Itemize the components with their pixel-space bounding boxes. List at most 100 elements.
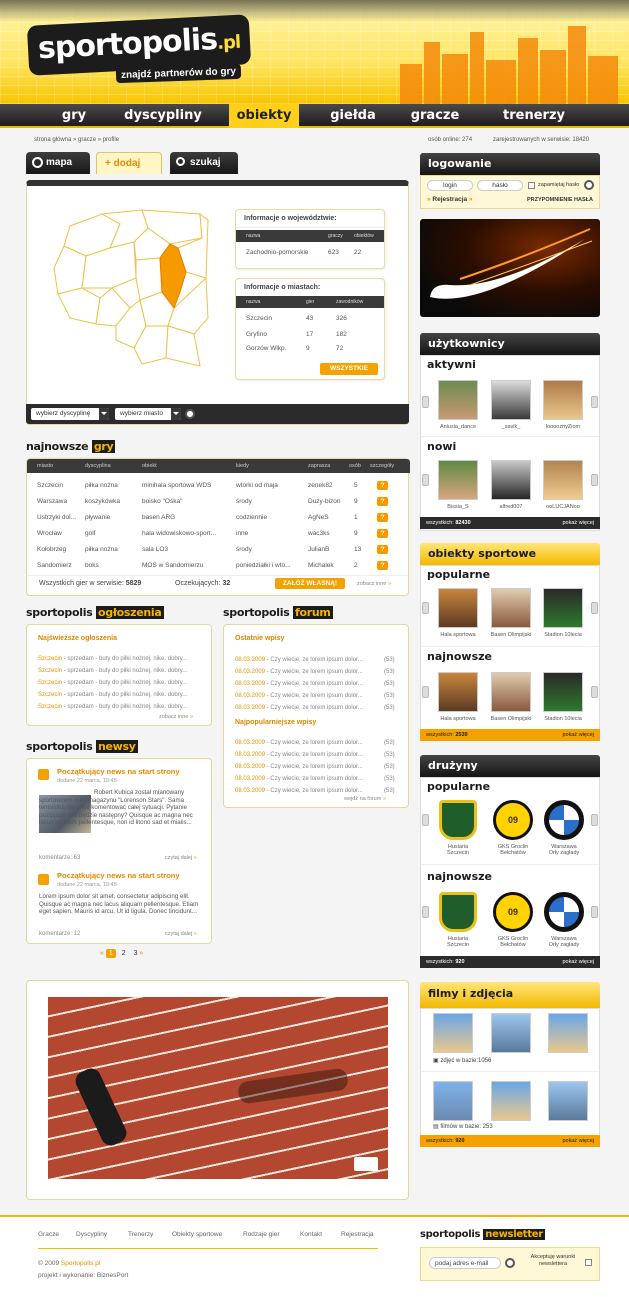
news-title[interactable]: Początkujący news na start strony <box>57 767 180 776</box>
object-thumbnail[interactable] <box>543 588 583 628</box>
page-3[interactable]: 3 <box>134 950 138 957</box>
table-row[interactable]: Zachodnio-pomorskie 623 22 <box>236 247 384 259</box>
enter-forum-link[interactable]: wejdź na forum <box>344 796 386 802</box>
footer-link-rejestracja[interactable]: Rejestracja <box>341 1231 374 1238</box>
user-name[interactable]: alfred007 <box>483 504 539 510</box>
nike-banner[interactable] <box>420 219 600 317</box>
users-more-link[interactable]: pokaż więcej <box>563 517 595 529</box>
team-name[interactable]: GKS Groclin Bełchatów <box>485 936 541 948</box>
ad-item[interactable]: Szczecin - sprzedam - buty do piłki nożn… <box>38 680 187 686</box>
details-button[interactable]: ? <box>377 561 388 570</box>
nav-gracze[interactable]: gracze <box>400 107 470 125</box>
footer-link-rodzaje-gier[interactable]: Rodzaje gier <box>243 1231 280 1238</box>
footer-link-trenerzy[interactable]: Trenerzy <box>128 1231 153 1238</box>
see-more-ads-link[interactable]: zobacz inne <box>159 714 193 720</box>
breadcrumb[interactable]: strona główna » gracze » profile <box>34 137 119 143</box>
prev-arrow-icon[interactable] <box>422 474 429 486</box>
go-arrow-icon[interactable] <box>185 409 195 419</box>
team-name[interactable]: Warszawa Orły zagłady <box>536 844 592 856</box>
user-avatar[interactable] <box>491 380 531 420</box>
user-name[interactable]: _savik_ <box>483 424 539 430</box>
forum-post[interactable]: 08.03.2009 - Czy wiecie, ze lorem ipsum … <box>235 693 363 699</box>
team-crest-bvb[interactable]: 09 <box>493 892 533 932</box>
table-row[interactable]: Szczecin piłka nożna minihala sportowa WDS… <box>27 479 410 492</box>
newsletter-submit-icon[interactable] <box>505 1258 515 1268</box>
object-name[interactable]: Hala sportowa <box>430 632 486 638</box>
forum-post[interactable]: 08.03.2009 - Czy wiecie, ze lorem ipsum … <box>235 669 363 675</box>
details-button[interactable]: ? <box>377 529 388 538</box>
object-name[interactable]: Basen Olimpijski <box>483 716 539 722</box>
object-thumbnail[interactable] <box>438 588 478 628</box>
photo-thumbnail[interactable] <box>491 1013 531 1053</box>
user-avatar[interactable] <box>543 380 583 420</box>
object-name[interactable]: Stadion 10lecia <box>535 632 591 638</box>
teams-more-link[interactable]: pokaż więcej <box>563 956 595 968</box>
user-avatar[interactable] <box>543 460 583 500</box>
nav-trenerzy[interactable]: trenerzy <box>492 107 576 125</box>
prev-arrow-icon[interactable] <box>422 686 429 698</box>
team-crest-bmw[interactable] <box>544 892 584 932</box>
table-row[interactable]: Gorzów Wlkp. 9 72 <box>236 343 384 355</box>
read-more-link[interactable]: czytaj dalej <box>165 855 197 861</box>
ad-item[interactable]: Szczecin - sprzedam - buty do piłki nożn… <box>38 656 187 662</box>
newsletter-accept-checkbox[interactable] <box>585 1259 592 1266</box>
footer-link-dyscypliny[interactable]: Dyscypliny <box>76 1231 107 1238</box>
object-thumbnail[interactable] <box>491 588 531 628</box>
details-button[interactable]: ? <box>377 513 388 522</box>
table-row[interactable]: Sandomierz boks MOS w Sandomierzu poniedzia… <box>27 559 410 572</box>
user-name[interactable]: Aniusia_dance <box>430 424 486 430</box>
photo-thumbnail[interactable] <box>548 1013 588 1053</box>
video-thumbnail[interactable] <box>491 1081 531 1121</box>
tab-map[interactable]: mapa <box>26 152 90 174</box>
show-all-button[interactable]: WSZYSTKIE <box>320 363 378 375</box>
object-name[interactable]: Hala sportowa <box>430 716 486 722</box>
login-input[interactable]: login <box>427 180 473 191</box>
nav-gry[interactable]: gry <box>44 107 104 125</box>
register-link[interactable]: » Rejestracja » <box>427 196 473 203</box>
next-arrow-icon[interactable] <box>591 814 598 826</box>
video-thumbnail[interactable] <box>548 1081 588 1121</box>
table-row[interactable]: Szczecin 43 326 <box>236 313 384 325</box>
forum-post[interactable]: 08.03.2009 - Czy wiecie, ze lorem ipsum … <box>235 776 363 782</box>
user-name[interactable]: looooznyZiom <box>535 424 591 430</box>
team-name[interactable]: GKS Groclin Bełchatów <box>485 844 541 856</box>
media-more-link[interactable]: pokaż więcej <box>563 1135 595 1147</box>
login-submit-icon[interactable] <box>584 180 594 190</box>
details-button[interactable]: ? <box>377 497 388 506</box>
next-arrow-icon[interactable] <box>591 396 598 408</box>
team-crest-husiaria[interactable] <box>439 800 477 840</box>
object-name[interactable]: Basen Olimpijski <box>483 632 539 638</box>
forum-post[interactable]: 08.03.2009 - Czy wiecie, ze lorem ipsum … <box>235 788 363 794</box>
remember-checkbox[interactable] <box>528 182 535 189</box>
discipline-select[interactable]: wybierz dyscyplinę <box>31 408 109 420</box>
object-thumbnail[interactable] <box>543 672 583 712</box>
news-title[interactable]: Początkujący news na start strony <box>57 871 180 880</box>
footer-link-gracze[interactable]: Gracze <box>38 1231 59 1238</box>
user-avatar[interactable] <box>438 460 478 500</box>
table-row[interactable]: Warszawa koszykówka boisko "Ośka" środy Duzy… <box>27 495 410 508</box>
forum-post[interactable]: 08.03.2009 - Czy wiecie, ze lorem ipsum … <box>235 681 363 687</box>
next-arrow-icon[interactable] <box>591 686 598 698</box>
next-arrow-icon[interactable] <box>591 906 598 918</box>
password-input[interactable]: hasło <box>477 180 523 191</box>
table-row[interactable]: Gryfino 17 182 <box>236 329 384 341</box>
page-2[interactable]: 2 <box>122 950 126 957</box>
tab-search[interactable]: szukaj <box>170 152 238 174</box>
footer-link-kontakt[interactable]: Kontakt <box>300 1231 322 1238</box>
ad-item[interactable]: Szczecin - sprzedam - buty do piłki nożn… <box>38 692 187 698</box>
objects-more-link[interactable]: pokaż więcej <box>563 729 595 741</box>
create-game-button[interactable]: ZAŁÓŻ WŁASNĄ! <box>275 578 345 589</box>
user-name[interactable]: ooLUCJANoo <box>535 504 591 510</box>
user-avatar[interactable] <box>438 380 478 420</box>
object-thumbnail[interactable] <box>491 672 531 712</box>
table-row[interactable]: Wrocław golf hala widowiskowo-sport... inne… <box>27 527 410 540</box>
forum-post[interactable]: 08.03.2009 - Czy wiecie, ze lorem ipsum … <box>235 764 363 770</box>
team-crest-bmw[interactable] <box>544 800 584 840</box>
team-name[interactable]: Warszawa Orły zagłady <box>536 936 592 948</box>
nav-gielda[interactable]: giełda <box>318 107 388 125</box>
prev-arrow-icon[interactable] <box>422 906 429 918</box>
prev-arrow-icon[interactable] <box>422 396 429 408</box>
user-name[interactable]: Bissia_S <box>430 504 486 510</box>
object-thumbnail[interactable] <box>438 672 478 712</box>
photo-thumbnail[interactable] <box>433 1013 473 1053</box>
